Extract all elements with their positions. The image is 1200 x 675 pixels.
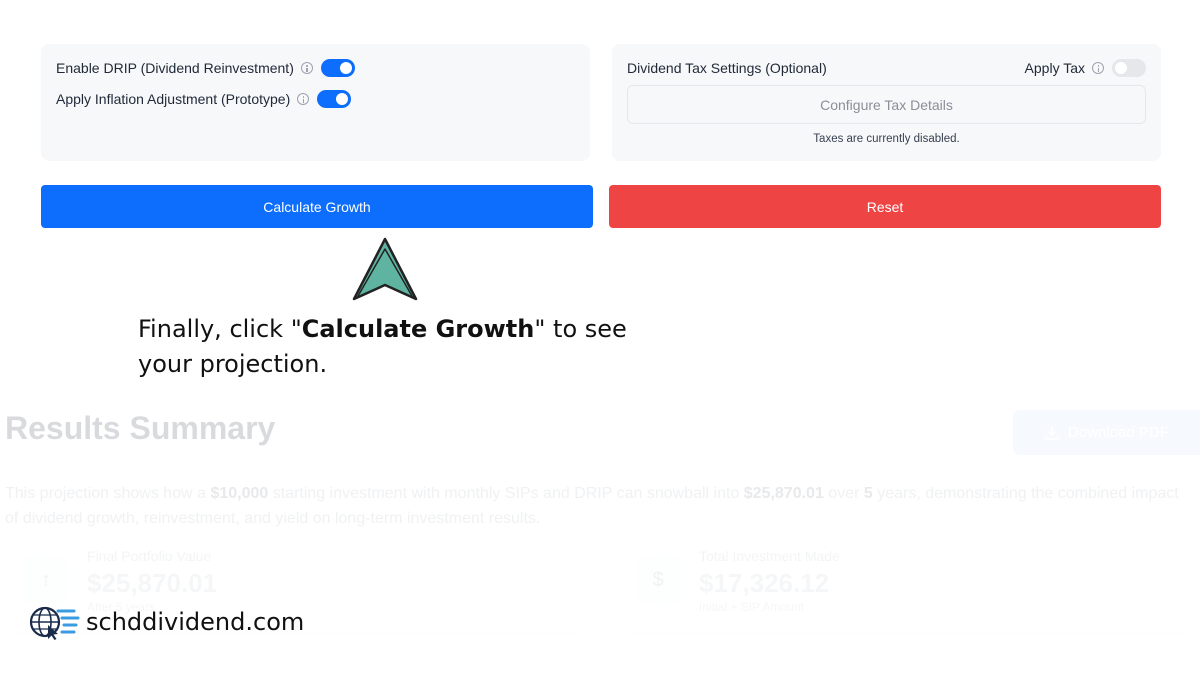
card-label: Final Portfolio Value xyxy=(87,548,212,564)
site-watermark: schddividend.com xyxy=(28,603,304,641)
configure-tax-button[interactable]: Configure Tax Details xyxy=(627,85,1146,124)
download-pdf-label: Download PDF xyxy=(1068,424,1169,441)
inflation-label: Apply Inflation Adjustment (Prototype) xyxy=(56,91,291,107)
apply-tax-label: Apply Tax xyxy=(1024,60,1085,76)
info-icon[interactable] xyxy=(1092,62,1104,74)
calculate-growth-button[interactable]: Calculate Growth xyxy=(41,185,593,228)
drip-option-row: Enable DRIP (Dividend Reinvestment) xyxy=(56,59,355,77)
hint-prefix: Finally, click " xyxy=(138,315,302,343)
summary-part: This projection shows how a xyxy=(5,485,211,502)
inflation-toggle[interactable] xyxy=(317,90,352,108)
total-investment-card: $ Total Investment Made $17,326.12 Initi… xyxy=(617,535,1200,632)
arrow-up-icon: ↑ xyxy=(23,557,69,603)
tax-status-text: Taxes are currently disabled. xyxy=(813,133,960,145)
pointer-arrow-icon xyxy=(352,237,418,301)
summary-part: over xyxy=(823,485,864,502)
hint-bold: Calculate Growth xyxy=(301,315,535,343)
drip-toggle[interactable] xyxy=(320,59,355,77)
results-summary-text: This projection shows how a $10,000 star… xyxy=(5,481,1185,531)
dollar-icon: $ xyxy=(635,557,681,603)
card-value: $17,326.12 xyxy=(699,568,830,598)
tax-settings-panel: Dividend Tax Settings (Optional) Apply T… xyxy=(612,44,1161,161)
card-value: $25,870.01 xyxy=(87,568,218,598)
summary-years: 5 xyxy=(863,485,873,502)
tax-settings-title: Dividend Tax Settings (Optional) xyxy=(627,60,827,76)
apply-tax-toggle[interactable] xyxy=(1112,59,1146,77)
results-title: Results Summary xyxy=(5,410,276,446)
summary-part: starting investment with monthly SIPs an… xyxy=(268,485,744,502)
download-icon xyxy=(1045,426,1059,440)
info-icon[interactable] xyxy=(297,93,310,105)
watermark-text: schddividend.com xyxy=(86,608,305,636)
summary-end-amount: $25,870.01 xyxy=(743,485,824,502)
download-pdf-button[interactable]: Download PDF xyxy=(1013,410,1200,455)
card-subtext: Initial + SIP Amount xyxy=(699,600,804,614)
info-icon[interactable] xyxy=(300,62,313,74)
inflation-option-row: Apply Inflation Adjustment (Prototype) xyxy=(56,90,352,108)
tutorial-hint-text: Finally, click "Calculate Growth" to see… xyxy=(138,312,658,382)
drip-label: Enable DRIP (Dividend Reinvestment) xyxy=(56,60,294,76)
options-panel: Enable DRIP (Dividend Reinvestment) Appl… xyxy=(41,44,590,161)
apply-tax-row: Apply Tax xyxy=(1025,59,1146,77)
globe-icon xyxy=(29,606,80,640)
reset-button[interactable]: Reset xyxy=(609,185,1161,228)
card-label: Total Investment Made xyxy=(699,548,840,564)
summary-start-amount: $10,000 xyxy=(210,485,269,502)
